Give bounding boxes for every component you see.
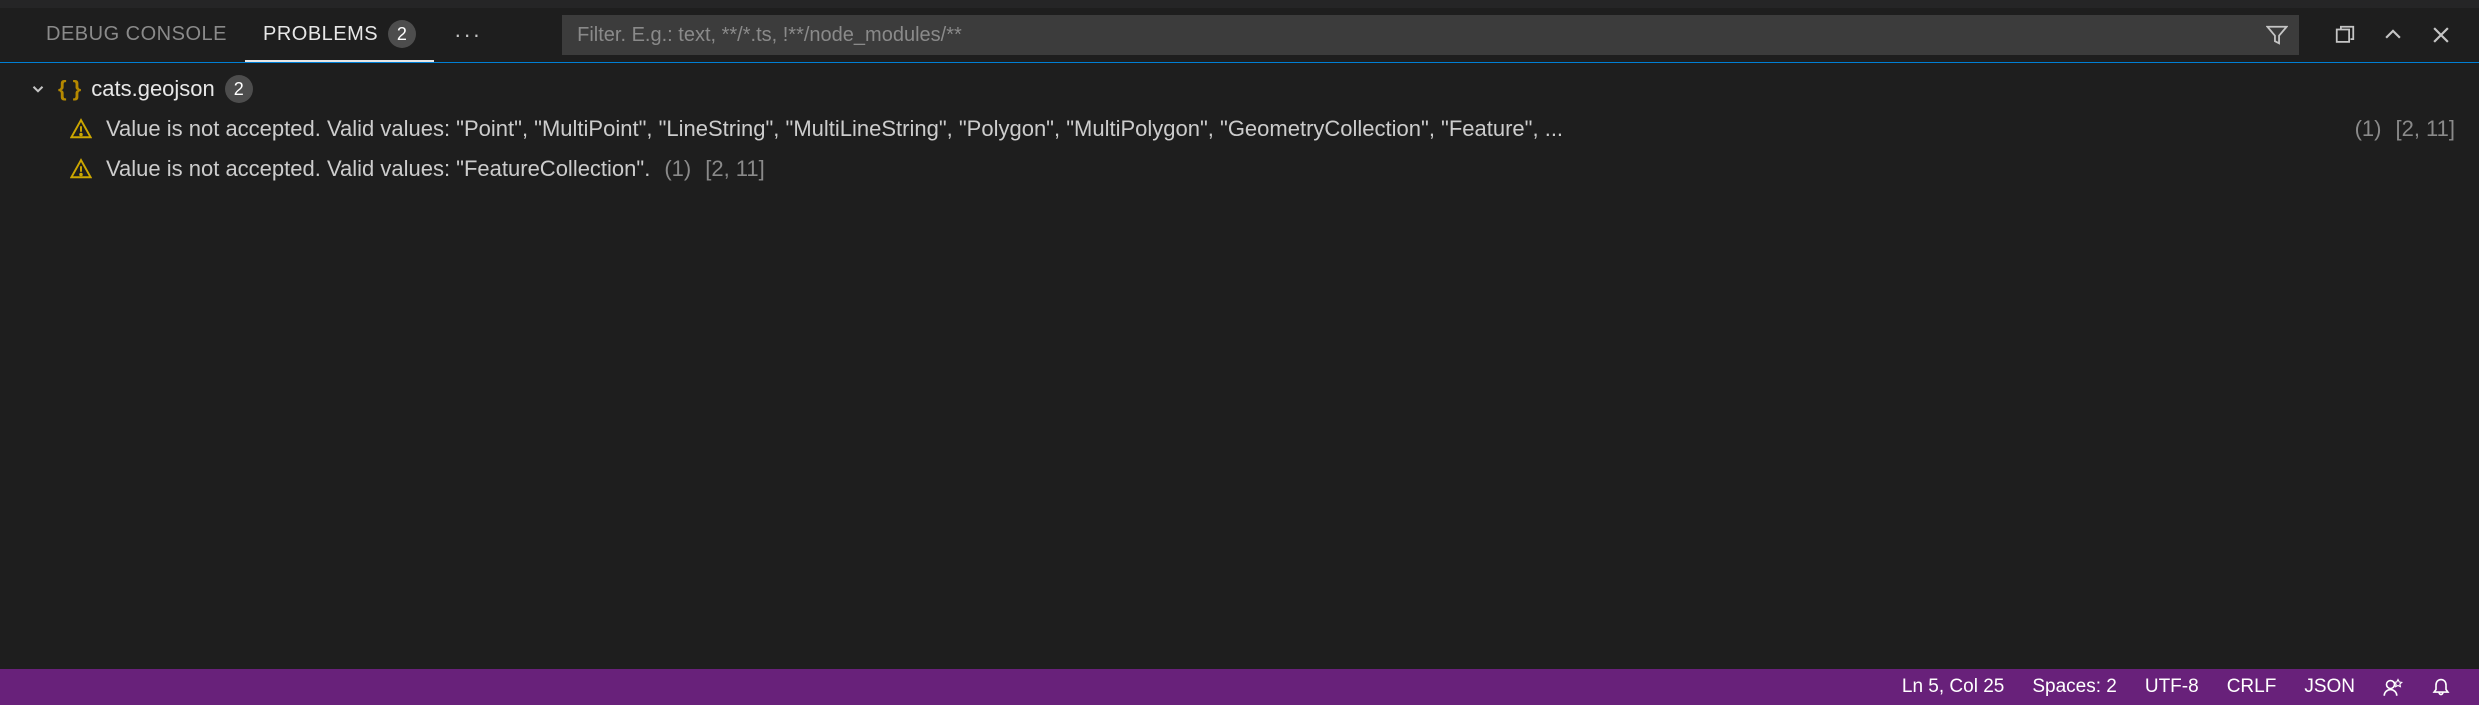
warning-icon xyxy=(70,118,92,140)
toggle-maximize-icon[interactable] xyxy=(2325,15,2365,55)
tab-overflow-button[interactable]: ··· xyxy=(434,22,502,48)
problems-filter-input[interactable] xyxy=(562,15,2255,55)
status-bar: Ln 5, Col 25 Spaces: 2 UTF-8 CRLF JSON xyxy=(0,669,2479,705)
title-bar-strip xyxy=(0,0,2479,8)
status-ln-col[interactable]: Ln 5, Col 25 xyxy=(1888,669,2018,705)
tab-problems[interactable]: PROBLEMS 2 xyxy=(245,8,434,62)
status-text: Ln 5, Col 25 xyxy=(1902,676,2004,698)
problem-source-count: (1) xyxy=(2355,116,2382,142)
json-file-icon: { } xyxy=(58,76,81,102)
status-eol[interactable]: CRLF xyxy=(2213,669,2291,705)
status-encoding[interactable]: UTF-8 xyxy=(2131,669,2213,705)
chevron-down-icon[interactable] xyxy=(28,79,48,99)
problem-location: [2, 11] xyxy=(2395,116,2455,142)
file-row[interactable]: { } cats.geojson 2 xyxy=(0,69,2479,109)
tab-label: PROBLEMS xyxy=(263,23,378,46)
problem-row[interactable]: Value is not accepted. Valid values: "Po… xyxy=(0,109,2479,149)
status-text: Spaces: 2 xyxy=(2032,676,2117,698)
status-text: CRLF xyxy=(2227,676,2277,698)
close-icon[interactable] xyxy=(2421,15,2461,55)
bell-icon[interactable] xyxy=(2417,669,2465,705)
problem-message: Value is not accepted. Valid values: "Fe… xyxy=(106,156,650,182)
problems-count-badge: 2 xyxy=(388,20,416,48)
problems-tree: { } cats.geojson 2 Value is not accepted… xyxy=(0,62,2479,669)
tab-debug-console[interactable]: DEBUG CONSOLE xyxy=(28,8,245,62)
feedback-icon[interactable] xyxy=(2369,669,2417,705)
chevron-up-icon[interactable] xyxy=(2373,15,2413,55)
filter-icon[interactable] xyxy=(2255,15,2299,55)
status-text: JSON xyxy=(2304,676,2355,698)
tab-label: DEBUG CONSOLE xyxy=(46,23,227,46)
status-indent[interactable]: Spaces: 2 xyxy=(2018,669,2131,705)
panel-tab-bar: DEBUG CONSOLE PROBLEMS 2 ··· xyxy=(0,8,2479,62)
warning-icon xyxy=(70,158,92,180)
file-name: cats.geojson xyxy=(91,76,215,102)
problem-source-count: (1) xyxy=(664,156,691,182)
problem-message: Value is not accepted. Valid values: "Po… xyxy=(106,116,1563,142)
status-language[interactable]: JSON xyxy=(2290,669,2369,705)
problem-row[interactable]: Value is not accepted. Valid values: "Fe… xyxy=(0,149,2479,189)
problem-location: [2, 11] xyxy=(705,156,765,182)
status-text: UTF-8 xyxy=(2145,676,2199,698)
file-problem-count-badge: 2 xyxy=(225,75,253,103)
